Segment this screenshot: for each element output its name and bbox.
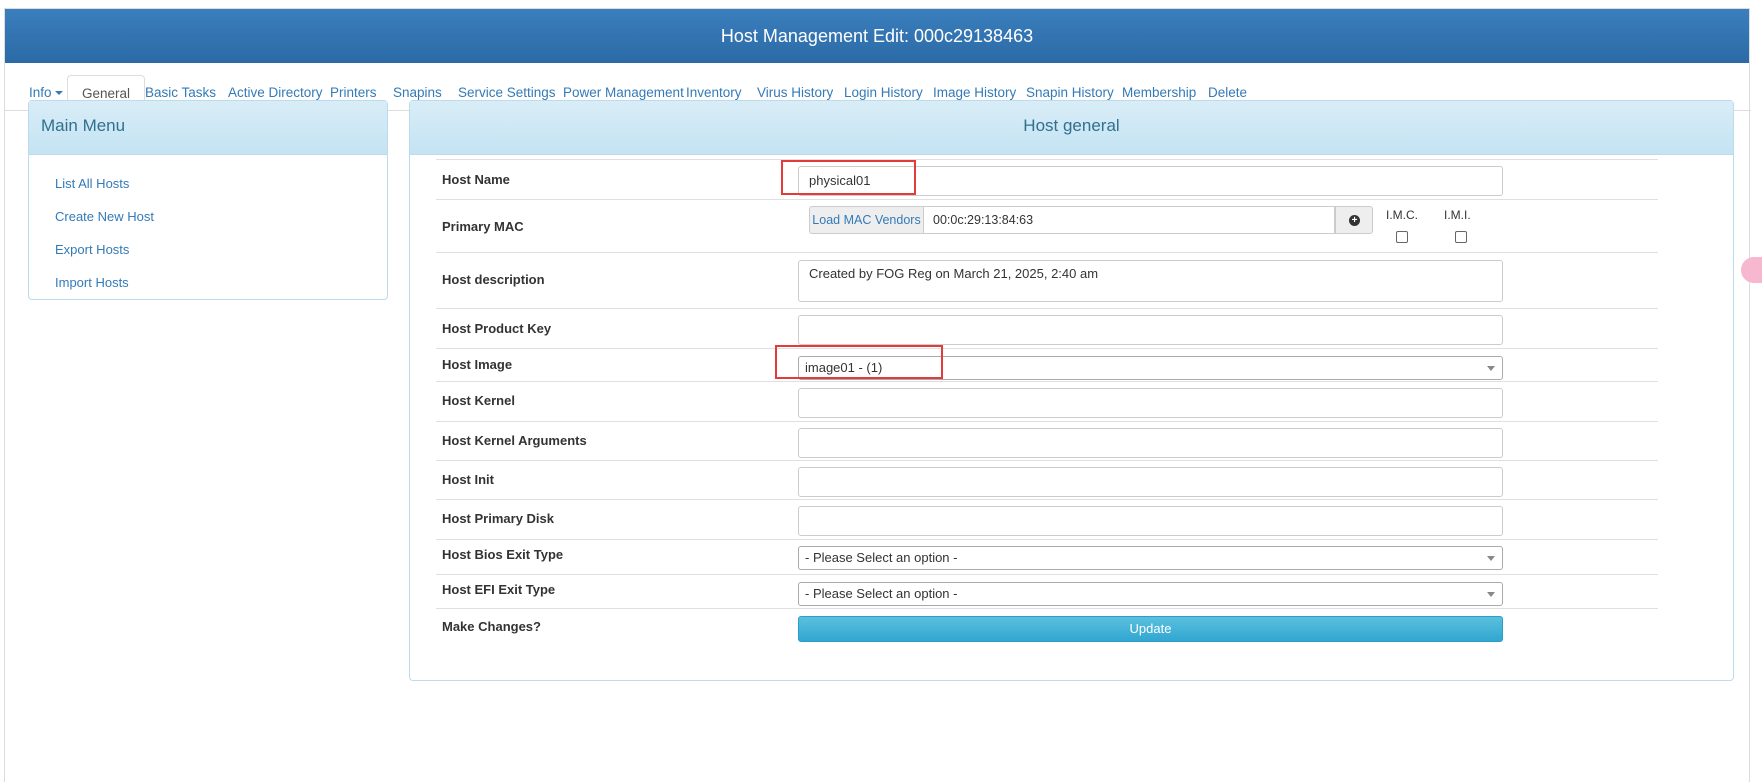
- host-primary-disk-label: Host Primary Disk: [442, 511, 554, 526]
- host-primary-disk-input[interactable]: [798, 506, 1503, 536]
- host-general-panel: Host general Host Name physical01 Primar…: [409, 100, 1734, 681]
- host-init-input[interactable]: [798, 467, 1503, 497]
- host-efi-exit-type-label: Host EFI Exit Type: [442, 582, 556, 597]
- row-host-image: Host Image image01 - (1): [436, 348, 1658, 381]
- imi-label: I.M.I.: [1444, 208, 1471, 222]
- row-primary-disk: Host Primary Disk: [436, 499, 1658, 539]
- host-bios-exit-type-label: Host Bios Exit Type: [442, 547, 564, 562]
- row-kernel: Host Kernel: [436, 381, 1658, 421]
- chevron-down-icon: [1487, 592, 1495, 597]
- imi-checkbox[interactable]: [1455, 231, 1467, 243]
- host-general-title: Host general: [410, 101, 1733, 155]
- menu-import-hosts[interactable]: Import Hosts: [55, 275, 129, 290]
- translate-widget-icon[interactable]: [1741, 257, 1762, 283]
- caret-down-icon: [54, 91, 63, 96]
- menu-export-hosts[interactable]: Export Hosts: [55, 242, 129, 257]
- host-kernel-input[interactable]: [798, 388, 1503, 418]
- imc-label: I.M.C.: [1386, 208, 1418, 222]
- host-efi-exit-type-select[interactable]: - Please Select an option -: [798, 582, 1503, 606]
- load-mac-vendors-button[interactable]: Load MAC Vendors: [809, 206, 924, 234]
- main-menu-title: Main Menu: [29, 101, 387, 155]
- row-primary-mac: Primary MAC Load MAC Vendors 00:0c:29:13…: [436, 199, 1658, 252]
- host-product-key-label: Host Product Key: [442, 321, 552, 336]
- highlight-box-host-name: [781, 160, 916, 195]
- page-title: Host Management Edit: 000c29138463: [5, 9, 1749, 63]
- imc-checkbox[interactable]: [1396, 231, 1408, 243]
- main-menu-panel: Main Menu List All Hosts Create New Host…: [28, 100, 388, 300]
- host-description-label: Host description: [442, 272, 545, 287]
- chevron-down-icon: [1487, 556, 1495, 561]
- host-description-textarea[interactable]: Created by FOG Reg on March 21, 2025, 2:…: [798, 260, 1503, 302]
- host-kernel-arguments-label: Host Kernel Arguments: [442, 433, 587, 448]
- host-kernel-arguments-input[interactable]: [798, 428, 1503, 458]
- host-kernel-label: Host Kernel: [442, 393, 515, 408]
- menu-list-all-hosts[interactable]: List All Hosts: [55, 176, 129, 191]
- row-efi-exit: Host EFI Exit Type - Please Select an op…: [436, 574, 1658, 608]
- menu-create-new-host[interactable]: Create New Host: [55, 209, 154, 224]
- highlight-box-host-image: [775, 345, 943, 379]
- primary-mac-input[interactable]: 00:0c:29:13:84:63: [923, 206, 1335, 234]
- update-button[interactable]: Update: [798, 616, 1503, 642]
- host-init-label: Host Init: [442, 472, 494, 487]
- row-product-key: Host Product Key: [436, 308, 1658, 348]
- host-name-label: Host Name: [442, 172, 510, 187]
- make-changes-label: Make Changes?: [442, 619, 541, 634]
- host-product-key-input[interactable]: [798, 315, 1503, 345]
- plus-circle-icon: +: [1349, 215, 1360, 226]
- row-host-name: Host Name physical01: [436, 159, 1658, 199]
- host-bios-exit-type-select[interactable]: - Please Select an option -: [798, 546, 1503, 570]
- page-frame: Host Management Edit: 000c29138463 Info …: [4, 8, 1751, 782]
- add-mac-button[interactable]: +: [1335, 206, 1373, 234]
- row-kernel-args: Host Kernel Arguments: [436, 421, 1658, 460]
- chevron-down-icon: [1487, 366, 1495, 371]
- row-make-changes: Make Changes? Update: [436, 608, 1658, 653]
- row-bios-exit: Host Bios Exit Type - Please Select an o…: [436, 539, 1658, 574]
- row-init: Host Init: [436, 460, 1658, 499]
- host-image-label: Host Image: [442, 357, 513, 372]
- primary-mac-label: Primary MAC: [442, 219, 524, 234]
- row-description: Host description Created by FOG Reg on M…: [436, 252, 1658, 308]
